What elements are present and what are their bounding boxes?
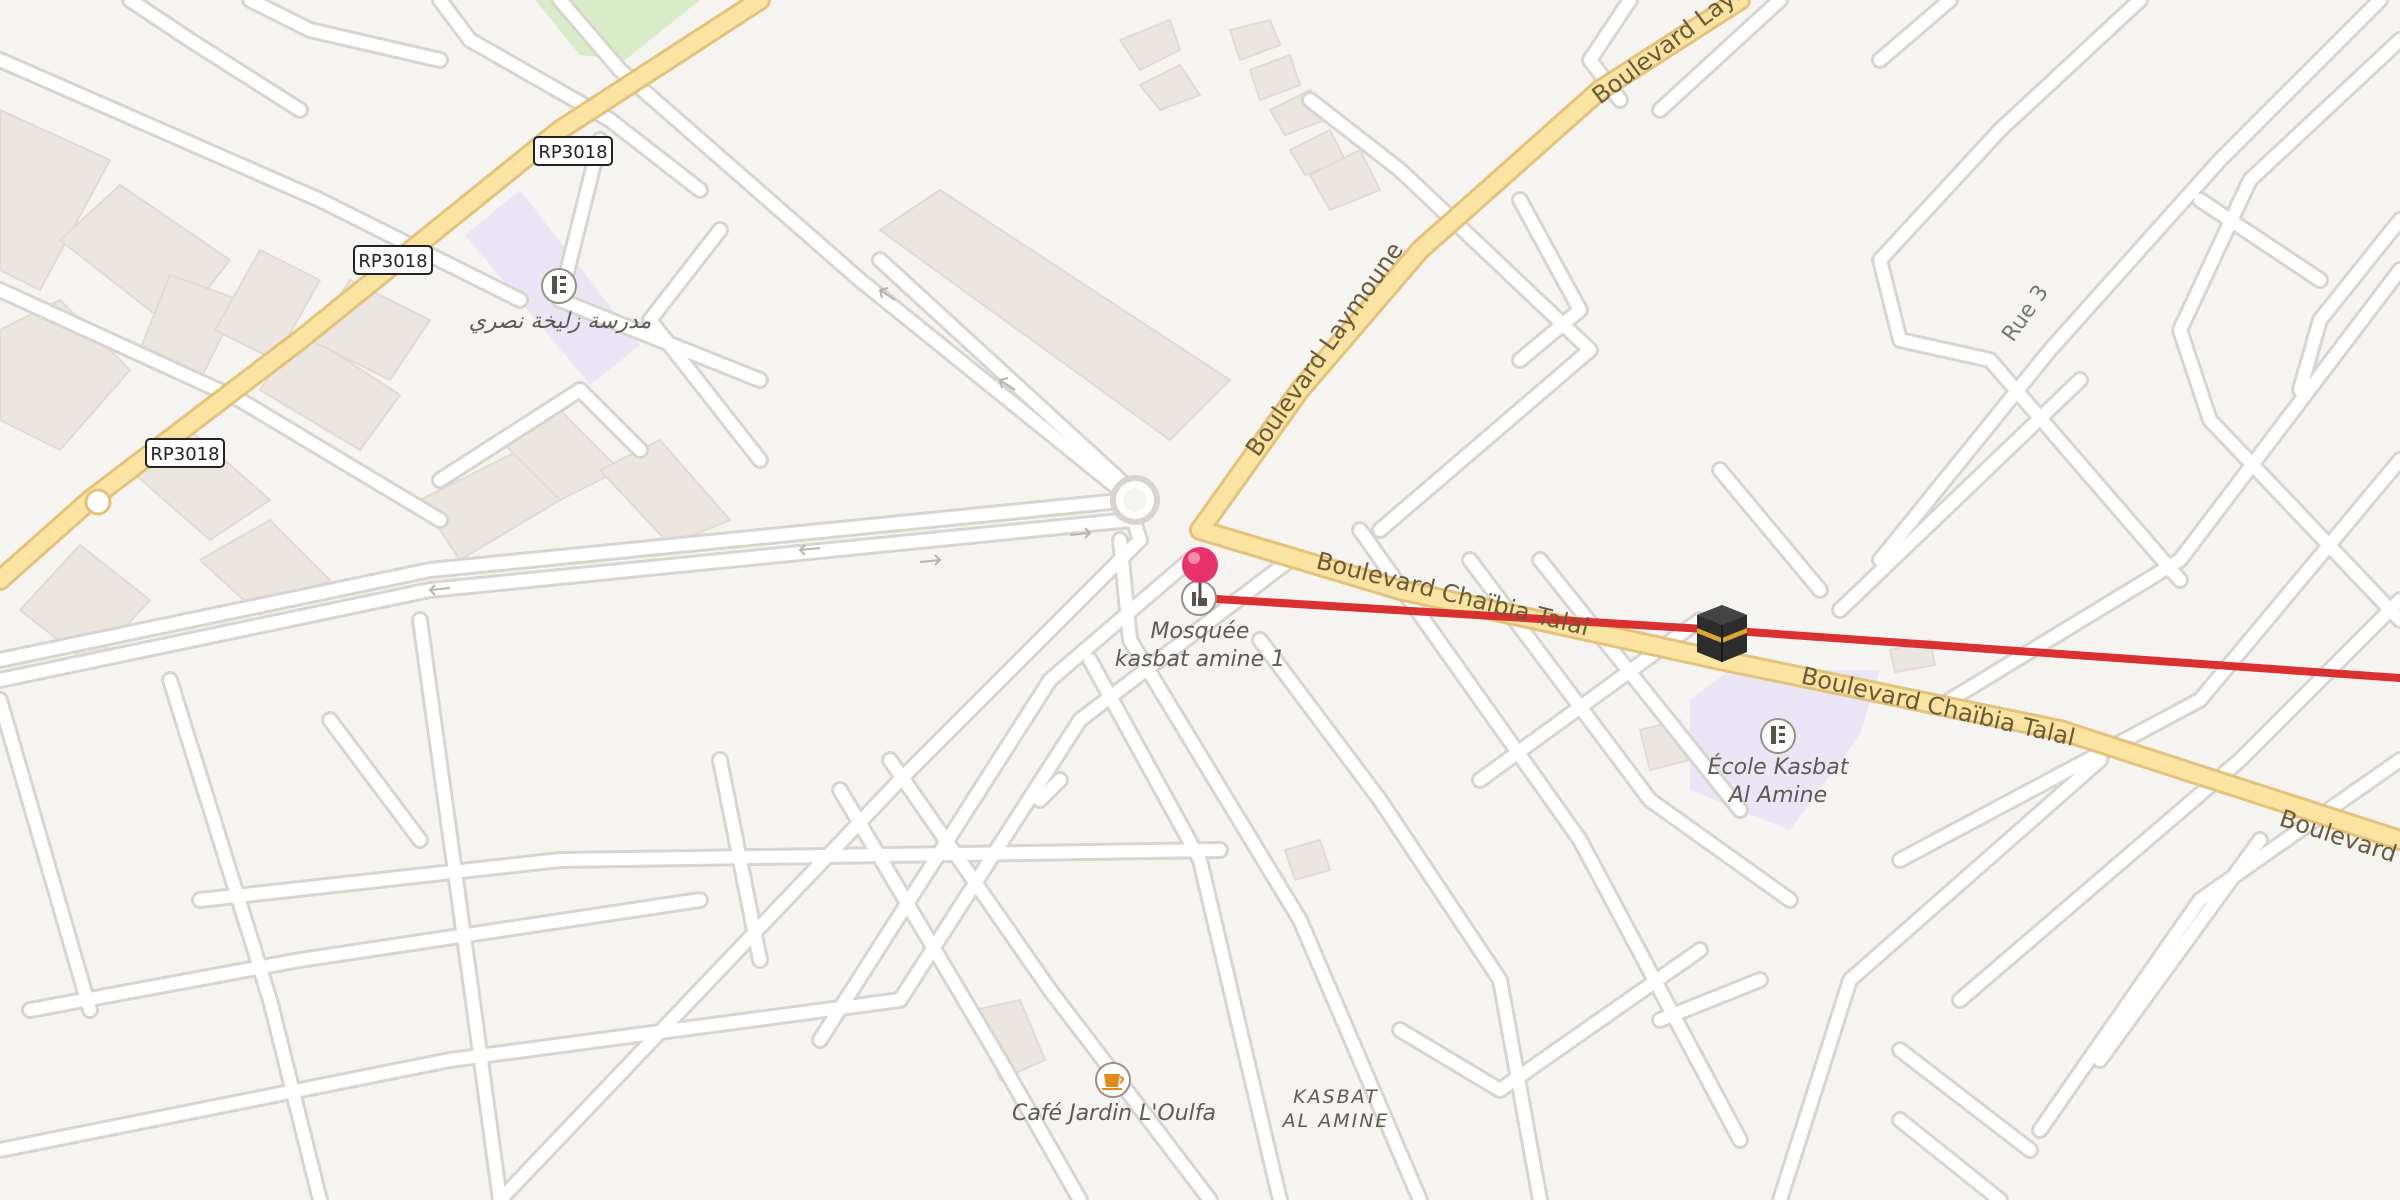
svg-text:RP3018: RP3018 — [358, 251, 427, 272]
school-icon — [1760, 718, 1796, 754]
road-label-rue3: Rue 3 — [1997, 281, 2053, 347]
svg-text:RP3018: RP3018 — [150, 444, 219, 465]
road-label-laymoune: Boulevard Laymoune — [1240, 237, 1409, 462]
poi-cafe[interactable]: Café Jardin L'Oulfa — [1012, 1062, 1216, 1126]
map-canvas[interactable]: Boulevard Laym Boulevard Laymoune Boulev… — [0, 0, 2400, 1200]
poi-label-ecole-line1: École Kasbat — [1708, 754, 1850, 780]
route-shield: RP3018 — [145, 438, 225, 468]
svg-text:RP3018: RP3018 — [538, 142, 607, 163]
poi-label-mosque-line2: kasbat amine 1 — [1115, 647, 1285, 672]
poi-label-cafe: Café Jardin L'Oulfa — [1012, 1101, 1216, 1126]
area-label-line2: AL AMINE — [1281, 1110, 1390, 1132]
poi-label-mosque-line1: Mosquée — [1151, 619, 1250, 644]
poi-label-madrasa: مدرسة زليخة نصري — [469, 309, 652, 334]
area-label-line1: KASBAT — [1293, 1086, 1379, 1108]
school-icon — [541, 268, 577, 304]
kaaba-icon[interactable] — [1697, 605, 1747, 662]
roundabout — [1110, 475, 1160, 525]
route-shield: RP3018 — [353, 245, 433, 275]
poi-label-ecole-line2: Al Amine — [1727, 783, 1827, 808]
route-shield: RP3018 — [533, 136, 613, 166]
